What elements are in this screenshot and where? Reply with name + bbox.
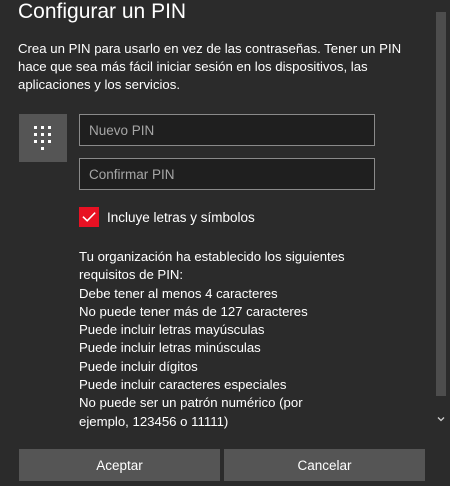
dialog-button-bar: Aceptar Cancelar — [0, 436, 450, 486]
dialog-title: Configurar un PIN — [18, 0, 187, 23]
scrollbar-thumb[interactable] — [436, 12, 446, 396]
cancel-button[interactable]: Cancelar — [224, 449, 425, 481]
new-pin-field[interactable] — [79, 114, 375, 146]
requirement-line: Debe tener al menos 4 caracteres — [79, 285, 278, 301]
include-letters-symbols-option[interactable]: Incluye letras y símbolos — [79, 206, 255, 228]
keypad-icon — [19, 114, 67, 162]
requirement-line: Puede incluir caracteres especiales — [79, 377, 287, 393]
new-pin-input[interactable] — [80, 115, 374, 145]
pin-setup-dialog: Configurar un PIN Crea un PIN para usarl… — [0, 0, 450, 486]
requirement-line: No puede ser un patrón numérico (por — [79, 395, 303, 411]
pin-requirements: Tu organización ha establecido los sigui… — [79, 248, 359, 431]
requirement-line: Tu organización ha establecido los sigui… — [79, 249, 345, 264]
dialog-content: Configurar un PIN Crea un PIN para usarl… — [0, 0, 432, 436]
requirement-line: Puede incluir letras mayúsculas — [79, 322, 265, 338]
confirm-pin-input[interactable] — [80, 159, 374, 189]
requirement-line: Puede incluir dígitos — [79, 358, 198, 374]
requirement-line: No puede tener más de 127 caracteres — [79, 303, 308, 319]
include-letters-symbols-checkbox[interactable] — [79, 207, 99, 227]
dialog-description: Crea un PIN para usarlo en vez de las co… — [18, 41, 402, 92]
include-letters-symbols-label[interactable]: Incluye letras y símbolos — [107, 210, 255, 225]
requirement-line: Puede incluir letras minúsculas — [79, 340, 261, 356]
requirement-line: requisitos de PIN: — [79, 267, 184, 283]
vertical-scrollbar[interactable] — [432, 0, 450, 436]
requirement-line: ejemplo, 123456 o 11111) — [79, 413, 229, 429]
accept-button[interactable]: Aceptar — [19, 449, 220, 481]
checkmark-icon — [82, 212, 96, 222]
scroll-down-arrow-icon[interactable] — [436, 414, 446, 424]
confirm-pin-field[interactable] — [79, 158, 375, 190]
